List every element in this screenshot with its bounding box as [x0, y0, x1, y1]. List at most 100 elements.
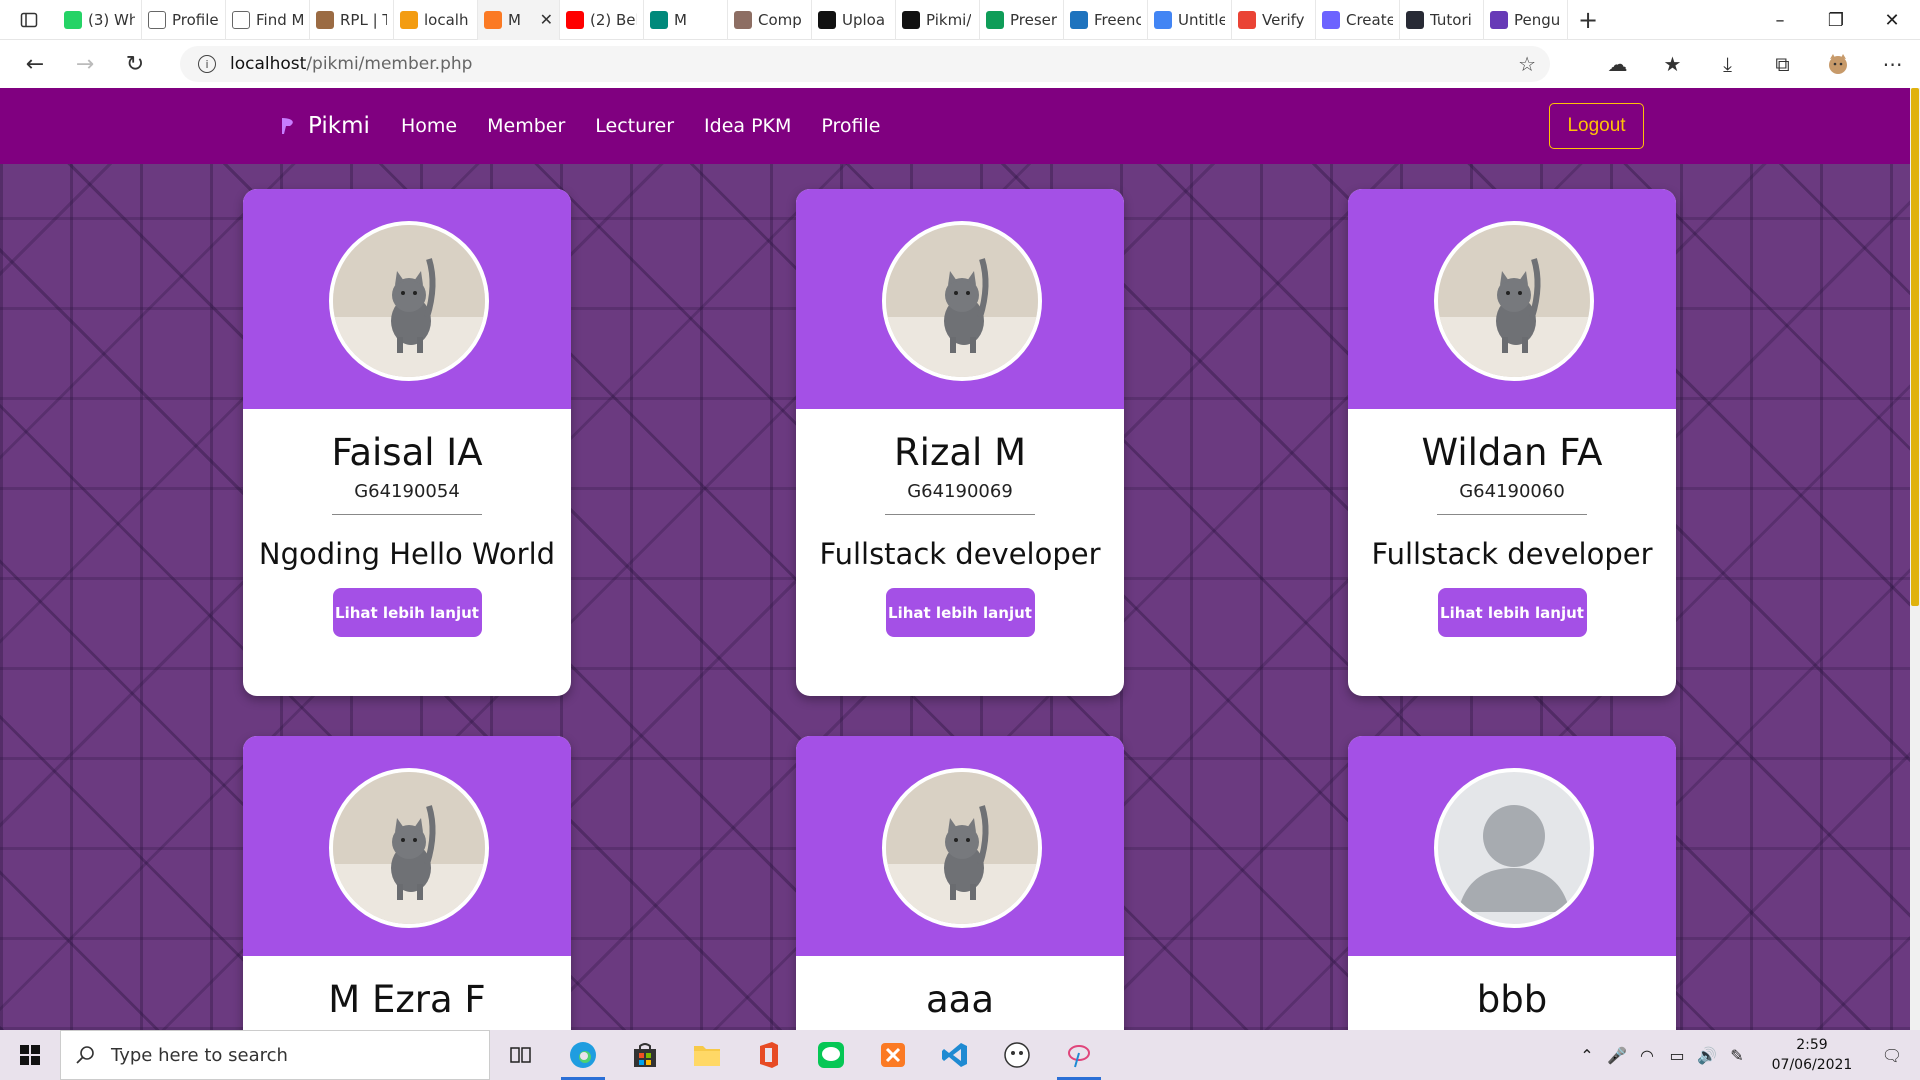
- tab-actions-button[interactable]: [0, 0, 58, 40]
- browser-tab[interactable]: Untitle: [1148, 0, 1232, 40]
- page-scrollbar[interactable]: [1910, 88, 1920, 1030]
- forward-button[interactable]: →: [60, 40, 110, 88]
- taskbar-office[interactable]: [738, 1030, 800, 1080]
- meet-icon: [650, 10, 668, 29]
- see-more-button[interactable]: Lihat lebih lanjut: [1437, 588, 1587, 637]
- wifi-icon[interactable]: ◠: [1632, 1030, 1662, 1080]
- browser-tab[interactable]: Uploa: [812, 0, 896, 40]
- browser-tab-label: Tutori: [1430, 10, 1472, 29]
- browser-tab-label: Preser: [1010, 10, 1057, 29]
- nav-link-idea-pkm[interactable]: Idea PKM: [704, 115, 791, 137]
- form-icon: [1490, 10, 1508, 29]
- nav-link-home[interactable]: Home: [401, 115, 457, 137]
- close-tab-icon[interactable]: ✕: [540, 10, 553, 29]
- site-info-icon[interactable]: i: [198, 55, 216, 73]
- restore-button[interactable]: ❐: [1808, 0, 1864, 40]
- taskbar-app-9[interactable]: [1048, 1030, 1110, 1080]
- member-role: Ngoding Hello World: [258, 537, 556, 571]
- clock-date: 07/06/2021: [1771, 1057, 1853, 1073]
- volume-icon[interactable]: 🔊: [1692, 1030, 1722, 1080]
- scrollbar-thumb[interactable]: [1911, 88, 1919, 606]
- browser-tab[interactable]: Profile: [142, 0, 226, 40]
- nav-link-lecturer[interactable]: Lecturer: [595, 115, 674, 137]
- browser-tab-label: Create: [1346, 10, 1393, 29]
- downloads-icon[interactable]: ⤓: [1700, 40, 1755, 88]
- new-tab-button[interactable]: +: [1568, 0, 1608, 40]
- member-nim: G64190069: [907, 481, 1013, 502]
- xampp-icon: [484, 10, 502, 29]
- member-photo: [329, 221, 489, 381]
- browser-tab[interactable]: Freenc: [1064, 0, 1148, 40]
- logout-button[interactable]: Logout: [1549, 103, 1644, 149]
- profile-avatar[interactable]: [1810, 40, 1865, 88]
- refresh-button[interactable]: ↻: [110, 40, 160, 88]
- back-button[interactable]: ←: [10, 40, 60, 88]
- taskbar-app-8[interactable]: [986, 1030, 1048, 1080]
- browser-tab[interactable]: M ✕: [478, 0, 560, 40]
- system-tray: ⌃ 🎤 ◠ ▭ 🔊 ✎ 2:59 07/06/2021 🗨: [1572, 1030, 1920, 1080]
- notifications-icon[interactable]: 🗨: [1872, 1030, 1912, 1080]
- browser-tab[interactable]: RPL | T: [310, 0, 394, 40]
- card-divider: [1437, 514, 1587, 515]
- browser-tab[interactable]: Tutori: [1400, 0, 1484, 40]
- show-hidden-icons[interactable]: ⌃: [1572, 1030, 1602, 1080]
- card-divider: [332, 514, 482, 515]
- browser-tab[interactable]: Find M: [226, 0, 310, 40]
- default-avatar-icon: [1458, 805, 1570, 912]
- brand[interactable]: Pikmi: [278, 113, 370, 139]
- browser-tab[interactable]: Create: [1316, 0, 1400, 40]
- browser-tab[interactable]: (3) Wh: [58, 0, 142, 40]
- taskbar-clock[interactable]: 2:59 07/06/2021: [1762, 1035, 1862, 1075]
- taskbar-xampp[interactable]: [862, 1030, 924, 1080]
- nav-link-member[interactable]: Member: [487, 115, 565, 137]
- browser-tab[interactable]: localh: [394, 0, 478, 40]
- browser-tab[interactable]: Pikmi/: [896, 0, 980, 40]
- task-view-button[interactable]: [490, 1030, 552, 1080]
- search-placeholder: Type here to search: [111, 1044, 288, 1066]
- more-options-icon[interactable]: ⋯: [1865, 40, 1920, 88]
- browser-tab-label: Pikmi/: [926, 10, 972, 29]
- pen-icon[interactable]: ✎: [1722, 1030, 1752, 1080]
- browser-tab[interactable]: (2) Bel: [560, 0, 644, 40]
- see-more-button[interactable]: Lihat lebih lanjut: [885, 588, 1035, 637]
- browser-tab[interactable]: Preser: [980, 0, 1064, 40]
- taskbar-edge[interactable]: [552, 1030, 614, 1080]
- taskbar-vscode[interactable]: [924, 1030, 986, 1080]
- whatsapp-icon: [64, 10, 82, 29]
- github-icon: [902, 10, 920, 29]
- card-header: [243, 736, 571, 956]
- browser-tab[interactable]: Pengu: [1484, 0, 1568, 40]
- freenom-icon: [1070, 10, 1088, 29]
- collections-icon[interactable]: ⧉: [1755, 40, 1810, 88]
- see-more-button[interactable]: Lihat lebih lanjut: [332, 588, 482, 637]
- member-photo: [329, 768, 489, 928]
- taskbar-file-explorer[interactable]: [676, 1030, 738, 1080]
- taskbar-store[interactable]: [614, 1030, 676, 1080]
- start-button[interactable]: [0, 1030, 60, 1080]
- address-bar[interactable]: i localhost/pikmi/member.php ☆: [180, 46, 1550, 82]
- line-icon: [818, 1042, 844, 1068]
- browser-tab[interactable]: M: [644, 0, 728, 40]
- github-icon: [818, 10, 836, 29]
- member-name: Faisal IA: [331, 431, 483, 474]
- task-view-icon: [510, 1047, 531, 1063]
- battery-icon[interactable]: ▭: [1662, 1030, 1692, 1080]
- browser-tab-label: Verify: [1262, 10, 1305, 29]
- nav-link-profile[interactable]: Profile: [821, 115, 880, 137]
- close-window-button[interactable]: ✕: [1864, 0, 1920, 40]
- browser-tab[interactable]: Comp: [728, 0, 812, 40]
- microphone-icon[interactable]: 🎤: [1602, 1030, 1632, 1080]
- browser-tab-label: localh: [424, 10, 469, 29]
- tracking-prevention-icon[interactable]: ☁: [1590, 40, 1645, 88]
- browser-tab-label: M: [674, 10, 687, 29]
- member-name: aaa: [925, 978, 995, 1021]
- member-nim: G64190060: [1459, 481, 1565, 502]
- taskbar-search-box[interactable]: Type here to search: [60, 1030, 490, 1080]
- browser-tab[interactable]: Verify: [1232, 0, 1316, 40]
- taskbar-line[interactable]: [800, 1030, 862, 1080]
- site-navbar: Pikmi Home Member Lecturer Idea PKM Prof…: [0, 88, 1910, 164]
- minimize-button[interactable]: –: [1752, 0, 1808, 40]
- favorites-icon[interactable]: ★: [1645, 40, 1700, 88]
- add-favorite-icon[interactable]: ☆: [1518, 52, 1536, 76]
- member-card: Faisal IA G64190054 Ngoding Hello World …: [243, 189, 571, 696]
